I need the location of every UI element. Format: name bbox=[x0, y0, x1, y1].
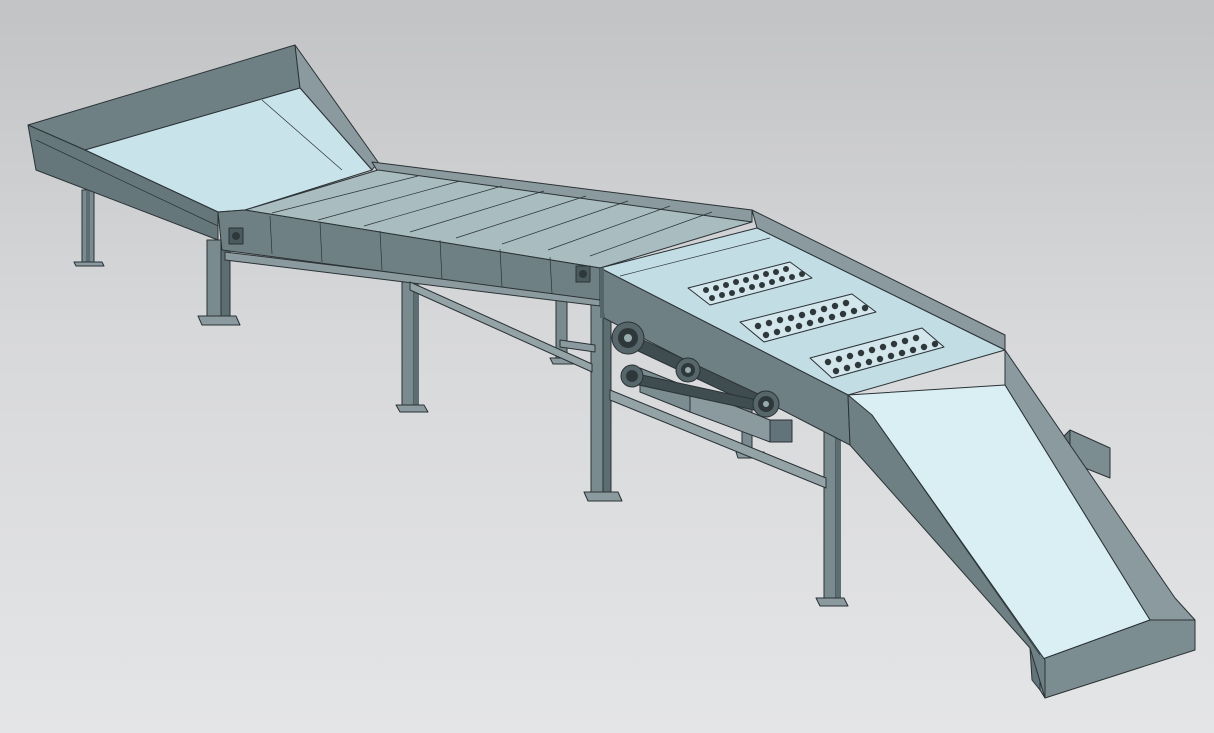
conveyor-model bbox=[27, 44, 1196, 699]
sprocket-mid bbox=[675, 357, 701, 383]
discharge-chute bbox=[847, 334, 1196, 699]
bearing-housing-right bbox=[575, 265, 591, 283]
sprocket-top bbox=[611, 321, 645, 355]
leg-mid-1 bbox=[395, 281, 429, 413]
sprocket-driven bbox=[752, 390, 780, 418]
leg-hopper-rear bbox=[73, 189, 105, 267]
leg-chute bbox=[815, 431, 849, 607]
bearing-housing-left bbox=[228, 227, 244, 245]
sprocket-tensioner bbox=[620, 364, 644, 388]
cad-viewport[interactable] bbox=[0, 0, 1214, 733]
